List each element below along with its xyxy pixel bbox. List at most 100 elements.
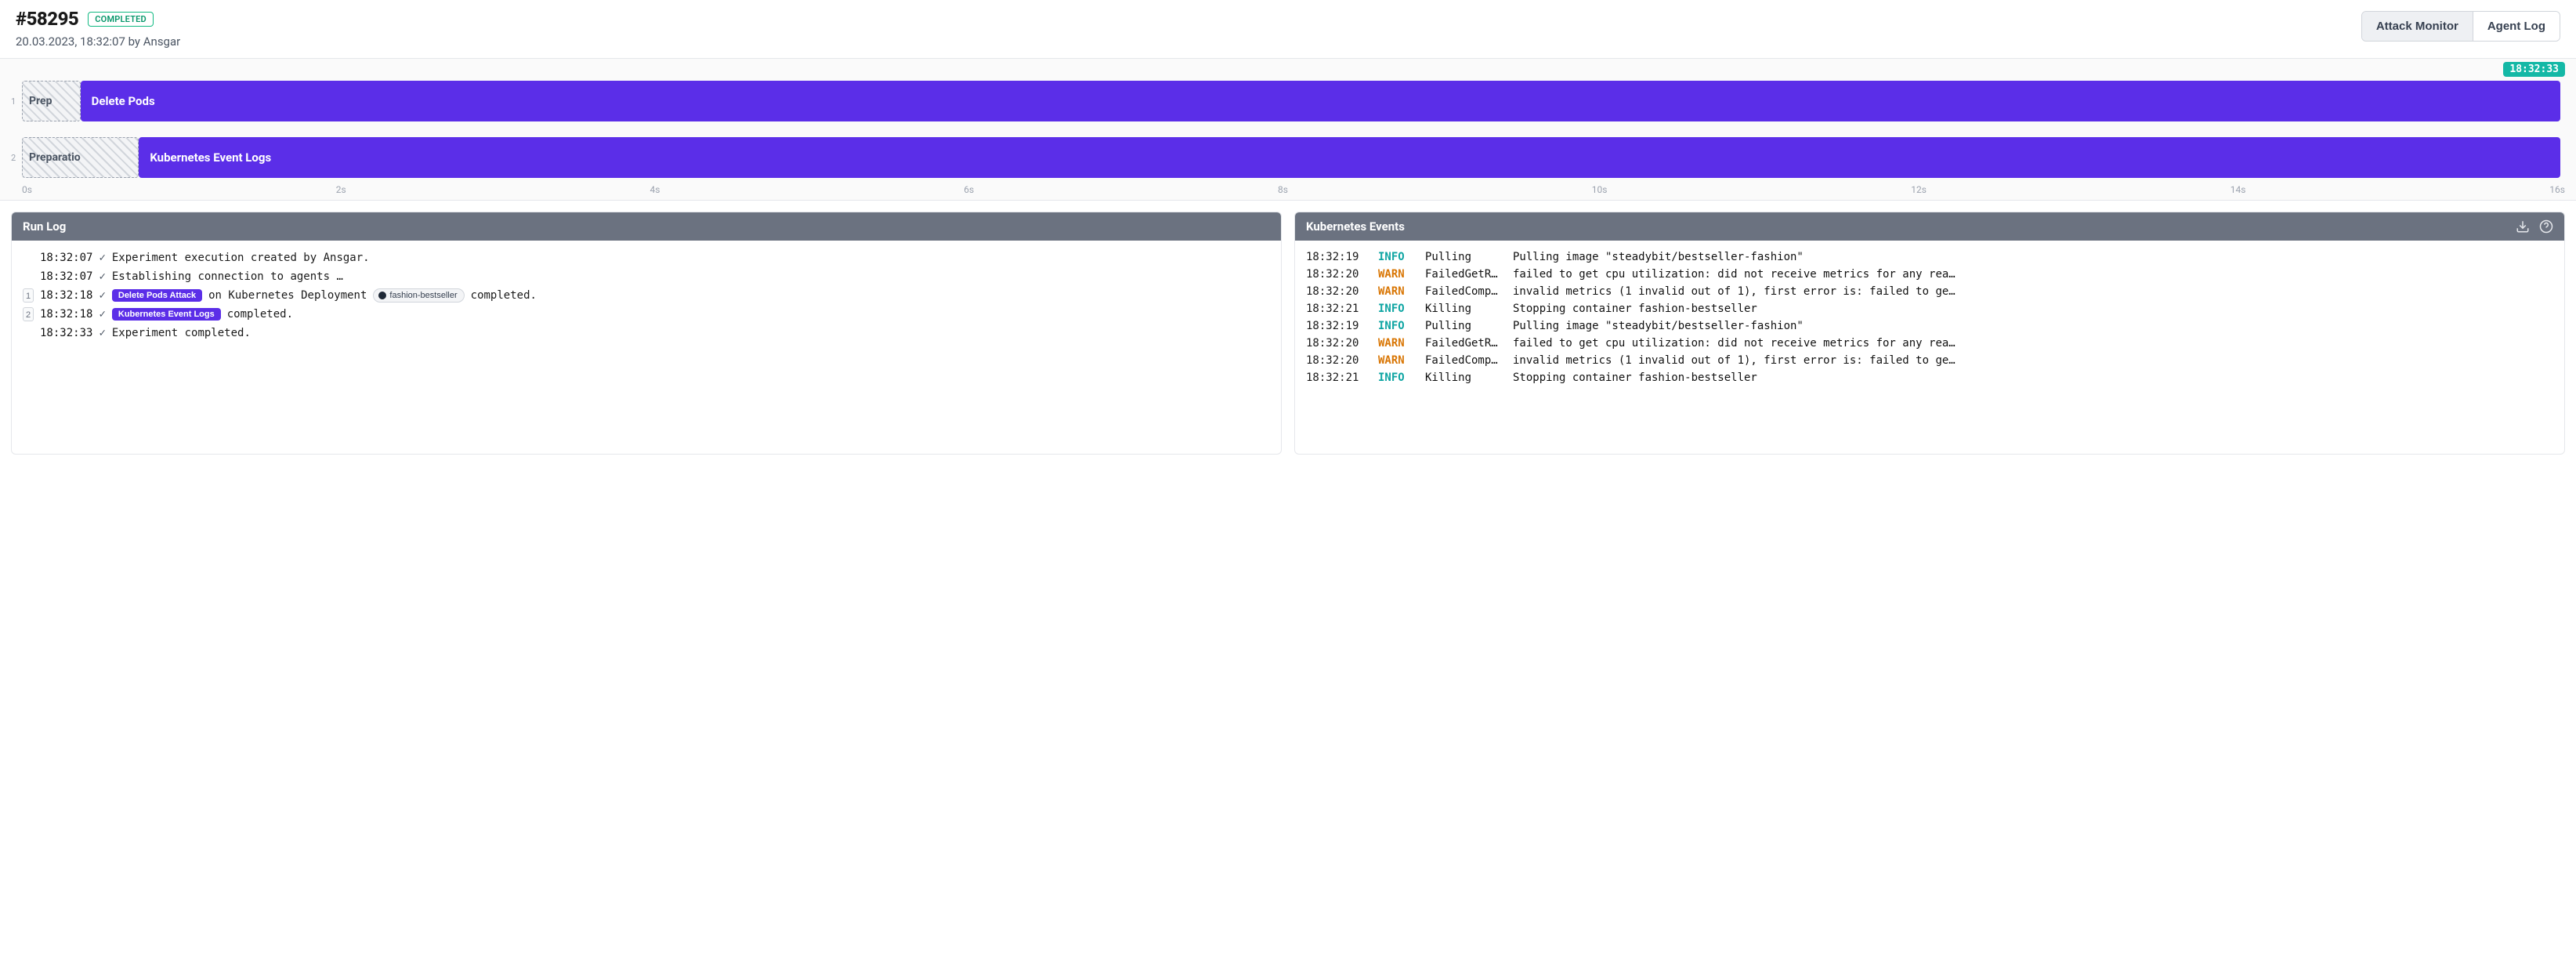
download-icon[interactable] [2516,219,2530,234]
run-log-row: 18:32:33✓Experiment completed. [23,324,1270,342]
log-text: on Kubernetes Deployment [208,289,367,302]
event-level: WARN [1378,268,1416,281]
check-icon: ✓ [99,252,105,264]
run-log-row: 218:32:18✓Kubernetes Event Logs complete… [23,305,1270,324]
event-timestamp: 18:32:20 [1306,337,1369,350]
row-index [23,270,34,284]
check-icon: ✓ [99,270,105,283]
lane-track: PrepDelete Pods [22,81,2565,121]
event-reason: FailedCompu… [1425,285,1503,298]
log-timestamp: 18:32:18 [40,308,92,321]
event-timestamp: 18:32:21 [1306,303,1369,315]
run-log-row: 18:32:07 ✓ Experiment execution created by… [23,248,1270,267]
log-timestamp: 18:32:07 [40,252,92,264]
axis-tick: 16s [2549,184,2565,195]
event-message: Stopping container fashion-bestseller [1513,303,2553,315]
timeline: 18:32:33 1PrepDelete Pods2PreparatioKube… [0,59,2576,201]
axis-tick: 10s [1592,184,1608,195]
row-index: 2 [23,307,34,321]
status-badge: COMPLETED [88,12,154,27]
event-message: invalid metrics (1 invalid out of 1), fi… [1513,285,2553,298]
lane-number: 1 [11,81,17,121]
run-log-row: 18:32:07✓Establishing connection to agen… [23,267,1270,286]
k8s-event-row: 18:32:20 WARN FailedGetRe… failed to get cp… [1306,266,2553,283]
event-timestamp: 18:32:19 [1306,320,1369,332]
k8s-events-title: Kubernetes Events [1306,219,1405,234]
run-log-title: Run Log [23,219,66,234]
k8s-events-body: 18:32:19 INFO Pulling Pulling image "steady… [1295,241,2564,394]
target-chip[interactable]: fashion-bestseller [373,288,464,303]
axis-tick: 12s [1911,184,1927,195]
current-time-chip: 18:32:33 [2503,62,2565,77]
title-row: #58295 COMPLETED [16,8,180,30]
timeline-lane: 1PrepDelete Pods [11,81,2565,121]
run-meta: 20.03.2023, 18:32:07 by Ansgar [16,34,180,49]
event-message: invalid metrics (1 invalid out of 1), fi… [1513,354,2553,367]
step-block[interactable]: Kubernetes Event Logs [139,137,2560,178]
timeline-axis: 0s 2s 4s 6s 8s 10s 12s 14s 16s [11,178,2565,200]
k8s-event-row: 18:32:19 INFO Pulling Pulling image "steady… [1306,317,2553,335]
log-text: Experiment completed. [112,327,251,339]
event-message: Stopping container fashion-bestseller [1513,371,2553,384]
preparation-block[interactable]: Prep [22,81,81,121]
page-header: #58295 COMPLETED 20.03.2023, 18:32:07 by… [0,0,2576,59]
k8s-event-row: 18:32:21 INFO Killing Stopping container fa… [1306,369,2553,386]
event-level: INFO [1378,320,1416,332]
event-message: failed to get cpu utilization: did not r… [1513,268,2553,281]
header-left: #58295 COMPLETED 20.03.2023, 18:32:07 by… [16,8,180,49]
help-icon[interactable] [2539,219,2553,234]
lane-track: PreparatioKubernetes Event Logs [22,137,2565,178]
event-reason: FailedCompu… [1425,354,1503,367]
log-text: Experiment execution created by Ansgar. [112,252,370,264]
event-timestamp: 18:32:20 [1306,285,1369,298]
event-timestamp: 18:32:19 [1306,251,1369,263]
tab-agent-log[interactable]: Agent Log [2473,12,2560,41]
event-reason: Pulling [1425,251,1503,263]
tab-attack-monitor[interactable]: Attack Monitor [2362,12,2473,41]
k8s-event-row: 18:32:21 INFO Killing Stopping container fa… [1306,300,2553,317]
panels: Run Log 18:32:07 ✓ Experiment execution cr… [0,201,2576,466]
event-level: INFO [1378,371,1416,384]
axis-tick: 0s [22,184,32,195]
event-message: Pulling image "steadybit/bestseller-fash… [1513,320,2553,332]
run-id: #58295 [16,8,78,30]
log-text: completed. [471,289,537,302]
event-timestamp: 18:32:21 [1306,371,1369,384]
event-reason: Killing [1425,371,1503,384]
axis-tick: 14s [2230,184,2246,195]
event-level: WARN [1378,354,1416,367]
step-block[interactable]: Delete Pods [81,81,2560,121]
k8s-events-header: Kubernetes Events [1295,212,2564,241]
event-reason: Killing [1425,303,1503,315]
event-level: INFO [1378,251,1416,263]
log-timestamp: 18:32:33 [40,327,92,339]
event-timestamp: 18:32:20 [1306,268,1369,281]
axis-tick: 2s [336,184,346,195]
k8s-events-panel: Kubernetes Events 18:32:19 INFO Pulling Pul… [1294,212,2565,455]
axis-tick: 4s [650,184,660,195]
lane-number: 2 [11,137,17,178]
log-timestamp: 18:32:07 [40,270,92,283]
axis-tick: 8s [1278,184,1288,195]
event-message: Pulling image "steadybit/bestseller-fash… [1513,251,2553,263]
preparation-block[interactable]: Preparatio [22,137,139,178]
event-level: INFO [1378,303,1416,315]
timeline-lane: 2PreparatioKubernetes Event Logs [11,137,2565,178]
check-icon: ✓ [99,308,105,321]
step-pill[interactable]: Delete Pods Attack [112,289,202,302]
k8s-event-row: 18:32:20WARNFailedGetRe…failed to get cp… [1306,335,2553,352]
axis-tick: 6s [964,184,974,195]
log-timestamp: 18:32:18 [40,289,92,302]
event-level: WARN [1378,285,1416,298]
k8s-event-row: 18:32:19 INFO Pulling Pulling image "steady… [1306,248,2553,266]
run-log-header: Run Log [12,212,1281,241]
event-reason: Pulling [1425,320,1503,332]
view-tabs: Attack Monitor Agent Log [2361,11,2560,42]
event-reason: FailedGetRe… [1425,268,1503,281]
step-pill[interactable]: Kubernetes Event Logs [112,308,221,321]
event-message: failed to get cpu utilization: did not r… [1513,337,2553,350]
k8s-events-actions [2516,219,2553,234]
event-reason: FailedGetRe… [1425,337,1503,350]
run-log-body: 18:32:07 ✓ Experiment execution created by… [12,241,1281,350]
k8s-event-row: 18:32:20WARNFailedCompu…invalid metrics … [1306,352,2553,369]
